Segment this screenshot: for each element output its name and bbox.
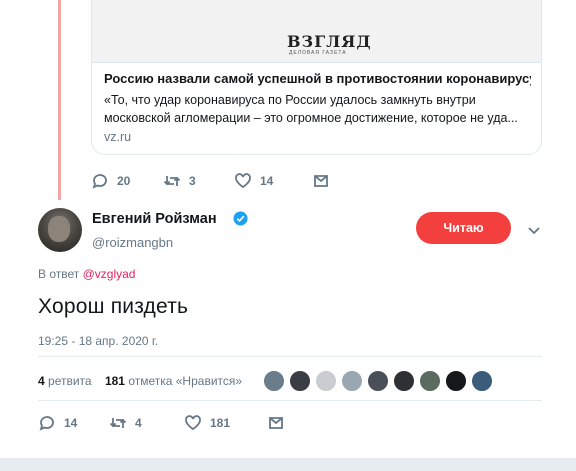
tweet-text: Хорош пиздеть xyxy=(38,295,189,318)
reply-count: 14 xyxy=(64,416,78,430)
message-icon xyxy=(267,414,285,432)
tweet-timestamp[interactable]: 19:25 - 18 апр. 2020 г. xyxy=(38,334,158,348)
like-icon xyxy=(184,414,202,432)
liker-avatar[interactable] xyxy=(263,370,285,392)
liker-avatar[interactable] xyxy=(341,370,363,392)
message-icon xyxy=(312,172,330,190)
reply-handle-link[interactable]: @vzglyad xyxy=(83,267,136,281)
like-action[interactable]: 14 xyxy=(234,172,312,190)
liker-avatar[interactable] xyxy=(445,370,467,392)
retweet-total[interactable]: 4 xyxy=(38,374,45,388)
reply-context: В ответ @vzglyad xyxy=(38,267,135,281)
following-button[interactable]: Читаю xyxy=(416,212,511,244)
divider xyxy=(38,400,542,401)
like-action[interactable]: 181 xyxy=(184,414,267,432)
previous-tweet-actions: 20 3 14 xyxy=(91,172,330,190)
reply-count: 20 xyxy=(117,174,131,188)
retweet-action[interactable]: 4 xyxy=(109,414,184,432)
retweet-icon xyxy=(163,172,181,190)
retweet-count: 3 xyxy=(189,174,196,188)
like-label[interactable]: отметка «Нравится» xyxy=(128,374,242,388)
like-count: 181 xyxy=(210,416,231,430)
liker-avatar[interactable] xyxy=(315,370,337,392)
message-action[interactable] xyxy=(312,172,330,190)
retweet-icon xyxy=(109,414,127,432)
reply-action[interactable]: 20 xyxy=(91,172,163,190)
avatar[interactable] xyxy=(38,208,82,252)
link-card[interactable]: ВЗГЛЯД ДЕЛОВАЯ ГАЗЕТА Россию назвали сам… xyxy=(91,0,542,155)
reply-prefix: В ответ xyxy=(38,267,80,281)
retweet-count: 4 xyxy=(135,416,142,430)
like-icon xyxy=(234,172,252,190)
liker-avatar[interactable] xyxy=(471,370,493,392)
author-handle[interactable]: @roizmangbn xyxy=(92,235,173,250)
reply-icon xyxy=(38,414,56,432)
retweet-label[interactable]: ретвита xyxy=(48,374,92,388)
card-logo-subtitle: ДЕЛОВАЯ ГАЗЕТА xyxy=(289,50,347,56)
card-domain: vz.ru xyxy=(104,130,132,144)
card-description: «То, что удар коронавируса по России уда… xyxy=(104,93,518,125)
card-title: Россию назвали самой успешной в противос… xyxy=(104,71,531,86)
reply-icon xyxy=(91,172,109,190)
reply-action[interactable]: 14 xyxy=(38,414,109,432)
divider xyxy=(38,356,542,357)
bottom-separator xyxy=(0,458,576,471)
like-total[interactable]: 181 xyxy=(105,374,125,388)
tweet-actions: 14 4 181 xyxy=(38,414,285,432)
verified-icon xyxy=(233,211,248,226)
tweet-stats: 4 ретвита 181 отметка «Нравится» xyxy=(38,374,242,388)
retweet-action[interactable]: 3 xyxy=(163,172,234,190)
message-action[interactable] xyxy=(267,414,285,432)
author-name[interactable]: Евгений Ройзман xyxy=(92,211,217,227)
chevron-down-icon[interactable] xyxy=(527,223,541,235)
liker-avatars xyxy=(263,370,497,392)
liker-avatar[interactable] xyxy=(367,370,389,392)
like-count: 14 xyxy=(260,174,274,188)
card-image: ВЗГЛЯД ДЕЛОВАЯ ГАЗЕТА xyxy=(92,0,541,63)
liker-avatar[interactable] xyxy=(289,370,311,392)
liker-avatar[interactable] xyxy=(393,370,415,392)
thread-line xyxy=(58,0,61,200)
liker-avatar[interactable] xyxy=(419,370,441,392)
card-logo: ВЗГЛЯД xyxy=(287,32,372,51)
